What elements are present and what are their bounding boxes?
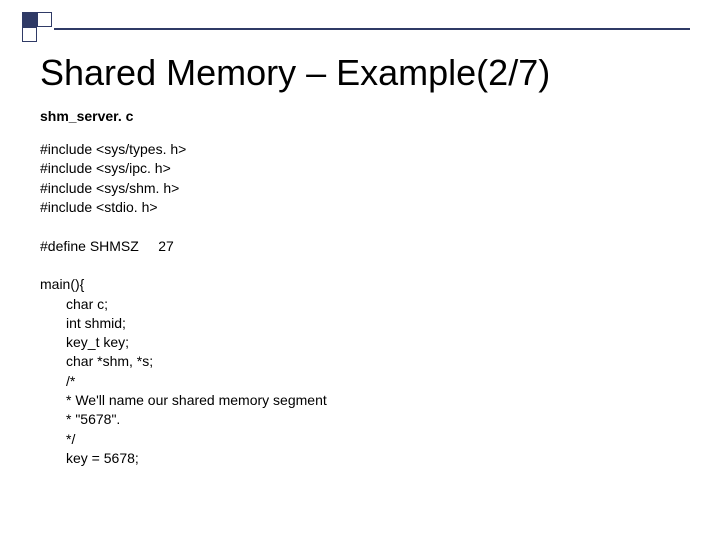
code-line: char *shm, *s; [40,352,153,371]
code-line: char c; [40,295,108,314]
code-line: key_t key; [40,333,129,352]
slide: Shared Memory – Example(2/7) shm_server.… [0,0,720,540]
code-line: #include <sys/shm. h> [40,180,179,196]
code-line: /* [40,372,75,391]
code-block: #include <sys/types. h> #include <sys/ip… [40,140,692,468]
code-line: main(){ [40,276,84,292]
code-line: #include <stdio. h> [40,199,158,215]
deco-square-outline-2 [22,27,37,42]
code-line: int shmid; [40,314,126,333]
code-line: * "5678". [40,410,120,429]
deco-square-outline-1 [37,12,52,27]
source-filename: shm_server. c [40,108,692,124]
code-line: */ [40,430,75,449]
code-line: * We'll name our shared memory segment [40,391,327,410]
corner-decoration [22,12,52,42]
code-line: #define SHMSZ 27 [40,238,174,254]
code-line: #include <sys/types. h> [40,141,186,157]
header-rule [54,28,690,30]
deco-square-filled [22,12,37,27]
code-line: key = 5678; [40,449,139,468]
slide-title: Shared Memory – Example(2/7) [40,52,692,94]
code-line: #include <sys/ipc. h> [40,160,171,176]
